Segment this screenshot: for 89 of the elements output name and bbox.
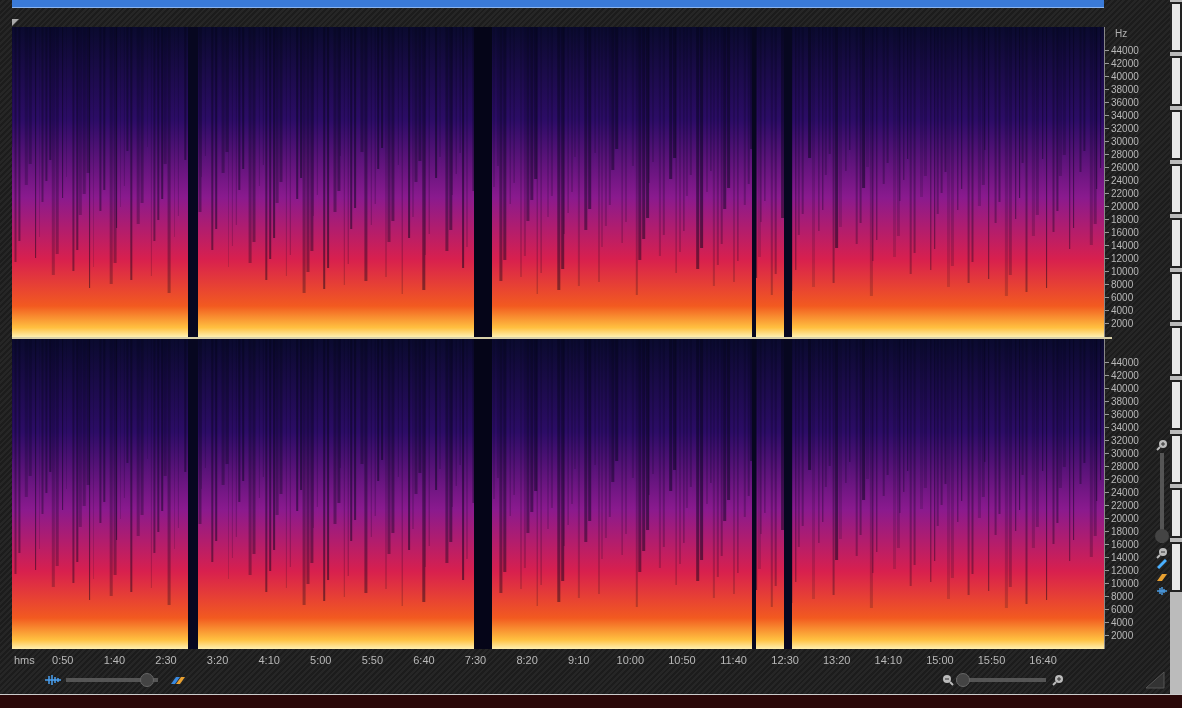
time-tick-label: 3:20 [205,652,230,668]
panel-button[interactable] [1170,164,1182,214]
frequency-tick-label: 20000 [1111,513,1139,524]
time-unit-label: hms [13,652,36,668]
frequency-tick-label: 4000 [1111,617,1134,628]
frequency-tick-label: 24000 [1111,487,1139,498]
waveform-icon[interactable] [1156,586,1168,596]
frequency-tick-label: 26000 [1111,162,1139,173]
frequency-tick-label: 28000 [1111,461,1139,472]
time-tick-label: 11:40 [719,652,748,668]
zoom-in-icon[interactable] [1052,674,1064,686]
frequency-tick-label: 14000 [1111,240,1139,251]
frequency-tick-label: 22000 [1111,188,1139,199]
frequency-tick-label: 6000 [1111,604,1134,615]
time-tick-label: 8:20 [515,652,539,668]
frequency-tick-label: 32000 [1111,123,1139,134]
frequency-tick-label: 40000 [1111,383,1139,394]
time-tick-label: 12:30 [770,652,800,668]
panel-button[interactable] [1170,380,1182,430]
frequency-tick-label: 12000 [1111,253,1139,264]
panel-button[interactable] [1170,272,1182,322]
time-tick-label: 5:50 [360,652,385,668]
frequency-tick-label: 6000 [1111,292,1134,303]
time-tick-label: 6:40 [412,652,436,668]
frequency-tick-label: 18000 [1111,526,1139,537]
frequency-tick-label: 16000 [1111,227,1139,238]
frequency-tick-label: 30000 [1111,448,1139,459]
frequency-tick-label: 38000 [1111,396,1139,407]
waveform-icon[interactable] [44,674,62,686]
frequency-tick-label: 2000 [1111,318,1134,329]
zoom-out-icon[interactable] [1156,547,1168,559]
frequency-tick-label: 14000 [1111,552,1139,563]
slider-thumb[interactable] [140,673,155,687]
time-tick-label: 13:20 [821,652,852,668]
frequency-tick-label: 40000 [1111,71,1139,82]
frequency-tick-label: 4000 [1111,305,1134,316]
panel-button[interactable] [1170,326,1182,376]
time-tick-label: 5:00 [309,652,333,668]
slider-thumb[interactable] [956,673,970,687]
frequency-tick-label: 8000 [1111,591,1134,602]
time-tick-label: 2:30 [154,652,178,668]
amplitude-slider[interactable] [66,673,158,687]
frequency-tick-label: 16000 [1111,539,1139,550]
frequency-tick-label: 10000 [1111,578,1139,589]
frequency-tick-label: 42000 [1111,58,1139,69]
time-tick-label: 15:50 [976,652,1007,668]
frequency-tick-label: 28000 [1111,149,1139,160]
panel-button[interactable] [1170,218,1182,268]
time-tick-label: 14:10 [873,652,904,668]
frequency-tick-label: 42000 [1111,370,1139,381]
time-tick-label: 10:50 [667,652,697,668]
frequency-tick-label: 18000 [1111,214,1139,225]
frequency-tick-label: 38000 [1111,84,1139,95]
unit-label: Hz [1115,29,1128,39]
panel-button[interactable] [1170,56,1182,106]
frequency-tick-label: 2000 [1111,630,1134,641]
panel-button[interactable] [1170,434,1182,484]
panel-button[interactable] [1170,542,1182,592]
panel-button[interactable] [1170,2,1182,52]
time-tick-label: 9:10 [567,652,591,668]
frequency-tick-label: 34000 [1111,110,1139,121]
frequency-tick-label: 30000 [1111,136,1139,147]
frequency-tick-label: 26000 [1111,474,1139,485]
time-tick-label: 15:00 [925,652,955,668]
frequency-tick-label: 24000 [1111,175,1139,186]
time-tick-label: 10:00 [615,652,646,668]
frequency-tick-label: 12000 [1111,565,1139,576]
frequency-tick-label: 32000 [1111,435,1139,446]
frequency-tick-label: 36000 [1111,409,1139,420]
time-tick-label: 7:30 [463,652,488,668]
frequency-tick-label: 20000 [1111,201,1139,212]
frequency-tick-label: 10000 [1111,266,1139,277]
panel-button[interactable] [1170,488,1182,538]
frequency-tick-label: 36000 [1111,97,1139,108]
time-tick-label: 1:40 [102,652,127,668]
zoom-in-icon[interactable] [1156,439,1168,451]
time-zoom-slider[interactable] [956,673,1046,687]
frequency-tick-label: 8000 [1111,279,1134,290]
time-tick-label: 0:50 [51,652,75,668]
frequency-tick-label: 44000 [1111,357,1139,368]
frequency-tick-label: 34000 [1111,422,1139,433]
time-tick-label: 4:10 [257,652,281,668]
frequency-tick-label: 22000 [1111,500,1139,511]
frequency-tick-label: 44000 [1111,45,1139,56]
slider-thumb[interactable] [1155,529,1169,543]
frequency-zoom-slider[interactable] [1155,453,1169,543]
panel-button[interactable] [1170,110,1182,160]
zoom-out-icon[interactable] [942,674,954,686]
time-tick-label: 16:40 [1028,652,1058,668]
